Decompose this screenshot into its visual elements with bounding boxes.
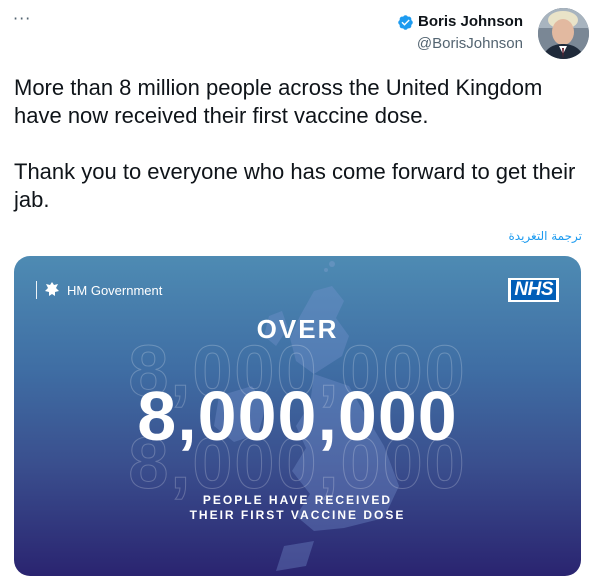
headline-figure: 8,000,000	[137, 377, 458, 455]
tweet-media-image[interactable]: HM Government NHS OVER 8,000,000 8,000,0…	[14, 256, 581, 576]
avatar-image	[538, 8, 589, 59]
author-display-name[interactable]: Boris Johnson	[418, 12, 523, 32]
tweet-author[interactable]: Boris Johnson @BorisJohnson	[397, 12, 523, 54]
more-options-button[interactable]: ···	[13, 9, 43, 29]
avatar[interactable]	[538, 8, 589, 59]
divider	[36, 281, 37, 299]
caption: PEOPLE HAVE RECEIVED THEIR FIRST VACCINE…	[14, 493, 581, 523]
nhs-logo: NHS	[508, 278, 559, 302]
tweet-text: More than 8 million people across the Un…	[14, 75, 576, 212]
caption-line-2: THEIR FIRST VACCINE DOSE	[189, 508, 406, 522]
gov-label: HM Government	[67, 282, 163, 298]
crest-icon	[45, 282, 59, 296]
author-handle[interactable]: @BorisJohnson	[397, 34, 523, 54]
verified-badge-icon	[398, 14, 413, 30]
nhs-label: NHS	[511, 280, 556, 300]
hm-government-logo: HM Government	[36, 281, 162, 299]
caption-line-1: PEOPLE HAVE RECEIVED	[202, 493, 393, 507]
translate-tweet-link[interactable]: ترجمة التغريدة	[508, 229, 582, 243]
